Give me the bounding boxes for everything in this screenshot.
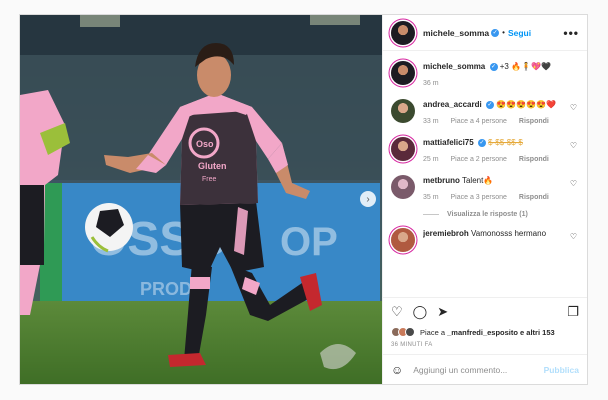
comment-text: jeremiebroh Vamonosss hermano (423, 228, 579, 239)
chevron-right-icon: › (366, 193, 370, 205)
comment-body: Vamonosss hermano (471, 229, 547, 238)
photo-illustration: OSSO OP PRODU Oso Gluten Free (20, 15, 382, 384)
bookmark-icon[interactable]: ❐ (567, 305, 579, 318)
comment-meta: 33 m Piace a 4 persone Rispondi (423, 118, 579, 125)
comment-avatar[interactable] (391, 137, 415, 161)
comment-row: jeremiebroh Vamonosss hermano ♡ (391, 228, 579, 252)
comment-input[interactable] (413, 364, 544, 375)
verified-icon: ✓ (491, 28, 500, 37)
comment-likes[interactable]: Piace a 4 persone (451, 118, 507, 125)
more-options-icon[interactable]: ••• (563, 26, 579, 40)
comment-text: mattiafelici75 ✓ $-$$-$$-$ (423, 137, 579, 148)
like-heart-icon[interactable]: ♡ (391, 305, 403, 318)
emoji-icon[interactable]: ☺ (391, 363, 403, 377)
caption-username[interactable]: michele_somma (423, 62, 485, 71)
post-timestamp: 36 MINUTI FA (391, 342, 433, 348)
action-bar: ♡ ◯ ➤ ❐ (383, 297, 587, 325)
follow-button[interactable]: Segui (508, 28, 531, 38)
comment-time: 25 m (423, 156, 439, 163)
verified-icon: ✓ (489, 62, 498, 71)
post-photo[interactable]: OSSO OP PRODU Oso Gluten Free › (20, 15, 382, 384)
like-comment-heart-icon[interactable]: ♡ (570, 103, 577, 112)
comment-row: andrea_accardi ✓ 😍😍😍😍😍❤️ 33 m Piace a 4 … (391, 99, 579, 125)
share-icon[interactable]: ➤ (437, 305, 448, 318)
post-card: OSSO OP PRODU Oso Gluten Free › michele_… (19, 14, 588, 385)
reply-button[interactable]: Rispondi (519, 156, 549, 163)
svg-text:Oso: Oso (196, 139, 214, 149)
comment-likes[interactable]: Piace a 3 persone (451, 194, 507, 201)
comment-avatar[interactable] (391, 175, 415, 199)
comment-meta: 35 m Piace a 3 persone Rispondi (423, 194, 579, 201)
author-avatar[interactable] (391, 20, 415, 45)
comment-time: 35 m (423, 194, 439, 201)
svg-text:Gluten: Gluten (198, 161, 227, 171)
verified-icon: ✓ (477, 138, 486, 147)
comment-text: metbruno Talent🔥 (423, 175, 579, 186)
comment-composer: ☺ Pubblica (383, 354, 587, 384)
comment-likes[interactable]: Piace a 2 persone (451, 156, 507, 163)
next-photo-button[interactable]: › (360, 191, 376, 207)
liker-avatar (405, 327, 415, 337)
post-header: michele_somma ✓ • Segui ••• (383, 15, 587, 51)
comment-username[interactable]: jeremiebroh (423, 229, 469, 238)
comment-username[interactable]: andrea_accardi (423, 100, 482, 109)
publish-button[interactable]: Pubblica (544, 365, 579, 375)
comment-body: 😍😍😍😍😍❤️ (496, 100, 556, 109)
verified-icon: ✓ (485, 100, 494, 109)
post-side-panel: michele_somma ✓ • Segui ••• michele_somm… (382, 15, 587, 384)
author-username[interactable]: michele_somma (423, 28, 489, 38)
caption-avatar[interactable] (391, 61, 415, 85)
like-comment-heart-icon[interactable]: ♡ (570, 141, 577, 150)
comment-avatar[interactable] (391, 228, 415, 252)
like-comment-heart-icon[interactable]: ♡ (570, 179, 577, 188)
svg-text:OP: OP (280, 220, 338, 264)
svg-text:Free: Free (202, 176, 217, 183)
comment-row: mattiafelici75 ✓ $-$$-$$-$ 25 m Piace a … (391, 137, 579, 163)
comment-body: Talent🔥 (461, 176, 494, 185)
comment-text: andrea_accardi ✓ 😍😍😍😍😍❤️ (423, 99, 579, 110)
caption-row: michele_somma ✓ +3 🔥🧍💖🖤 36 m (391, 61, 579, 87)
likes-user[interactable]: _manfredi_esposito (447, 328, 518, 337)
comment-icon[interactable]: ◯ (413, 305, 428, 318)
reply-button[interactable]: Rispondi (519, 194, 549, 201)
comment-body: $-$$-$$-$ (488, 138, 523, 147)
separator-dot: • (502, 28, 505, 37)
comments-list[interactable]: michele_somma ✓ +3 🔥🧍💖🖤 36 m andrea_acca… (383, 51, 587, 297)
like-comment-heart-icon[interactable]: ♡ (570, 232, 577, 241)
caption-time: 36 m (423, 80, 439, 87)
caption-body: +3 🔥🧍💖🖤 (499, 62, 551, 71)
reply-button[interactable]: Rispondi (519, 118, 549, 125)
comment-avatar[interactable] (391, 99, 415, 123)
comment-time: 33 m (423, 118, 439, 125)
likes-summary: Piace a _manfredi_esposito e altri 153 (383, 325, 587, 339)
caption-meta: 36 m (423, 80, 579, 87)
comment-username[interactable]: mattiafelici75 (423, 138, 474, 147)
comment-row: metbruno Talent🔥 35 m Piace a 3 persone … (391, 175, 579, 201)
likes-text: Piace a _manfredi_esposito e altri 153 (420, 328, 555, 337)
comment-username[interactable]: metbruno (423, 176, 460, 185)
comment-meta: 25 m Piace a 2 persone Rispondi (423, 156, 579, 163)
likes-prefix: Piace a (420, 327, 448, 337)
caption-text: michele_somma ✓ +3 🔥🧍💖🖤 (423, 61, 579, 72)
view-replies-button[interactable]: Visualizza le risposte (1) (423, 211, 579, 218)
likes-others[interactable]: e altri 153 (518, 328, 555, 337)
